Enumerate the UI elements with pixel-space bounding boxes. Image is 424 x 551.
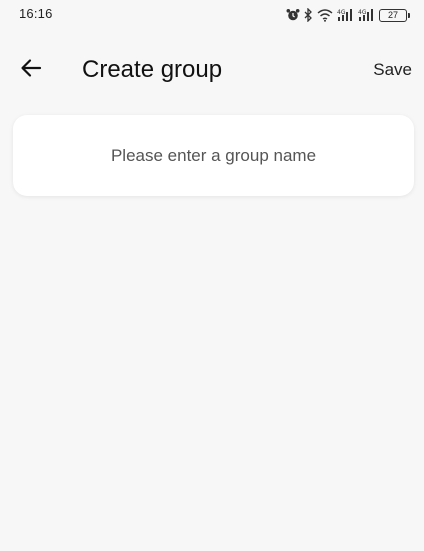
group-name-card — [13, 115, 414, 196]
signal-4g-icon: 4G — [337, 8, 354, 22]
status-time: 16:16 — [19, 6, 53, 21]
status-bar: 16:16 4G 4G 27 — [0, 0, 424, 30]
alarm-icon — [286, 8, 300, 22]
app-bar: Create group Save — [0, 50, 424, 90]
battery-cap — [408, 12, 410, 18]
back-button[interactable] — [16, 55, 46, 85]
status-icons: 4G 4G 27 — [286, 7, 410, 23]
arrow-left-icon — [20, 58, 42, 83]
group-name-input[interactable] — [23, 145, 404, 166]
svg-text:4G: 4G — [337, 9, 346, 16]
battery-level: 27 — [379, 8, 407, 22]
save-button[interactable]: Save — [373, 59, 412, 81]
page-title: Create group — [82, 56, 223, 83]
bluetooth-icon — [304, 8, 313, 22]
signal-4g-icon: 4G — [358, 8, 375, 22]
svg-text:4G: 4G — [358, 9, 367, 16]
wifi-icon — [317, 8, 333, 22]
battery-icon: 27 — [379, 8, 410, 22]
create-group-screen: 16:16 4G 4G 27 Create group Save Please … — [0, 0, 424, 551]
